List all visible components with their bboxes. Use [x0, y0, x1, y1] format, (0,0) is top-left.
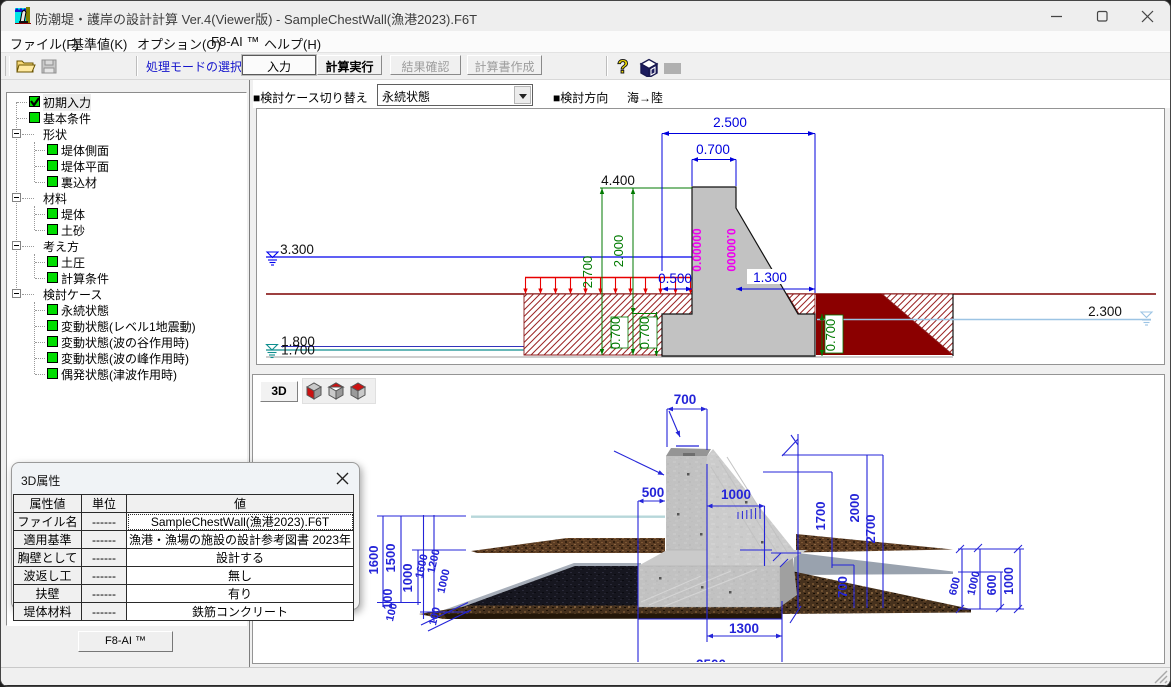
svg-text:?: ? [617, 57, 629, 77]
